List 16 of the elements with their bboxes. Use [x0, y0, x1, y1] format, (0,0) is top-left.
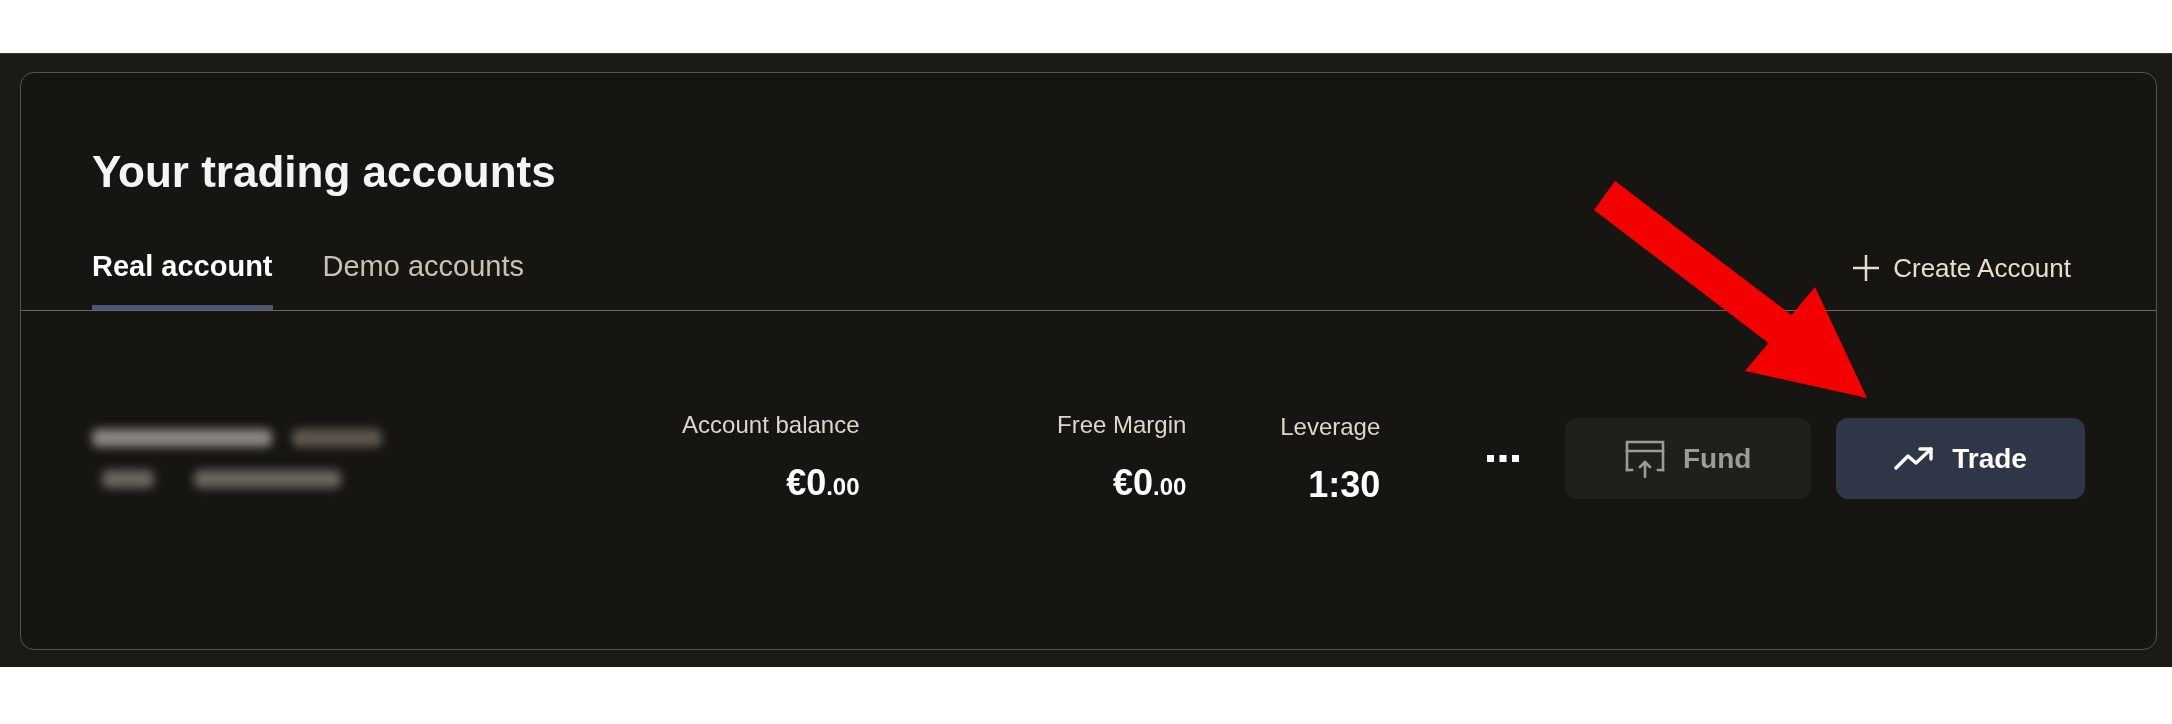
trade-button[interactable]: Trade	[1836, 418, 2085, 499]
free-margin-label: Free Margin	[1057, 410, 1187, 440]
account-tab[interactable]: Real account	[92, 249, 273, 310]
card-upload-icon	[1625, 439, 1665, 478]
balance-label: Account balance	[682, 410, 860, 440]
plus-icon	[1853, 255, 1880, 281]
trending-up-icon	[1894, 446, 1935, 471]
fund-button[interactable]: Fund	[1565, 418, 1812, 499]
account-tab[interactable]: Demo accounts	[322, 249, 524, 310]
more-icon[interactable]	[1487, 455, 1520, 462]
leverage-label: Leverage	[1280, 412, 1381, 442]
create-account-button[interactable]: Create Account	[1853, 251, 2071, 285]
leverage-value: 1:30	[1308, 465, 1381, 505]
free-margin-value: €0.00	[1112, 463, 1187, 505]
page-title: Your trading accounts	[92, 146, 556, 198]
balance-value: €0.00	[786, 463, 860, 505]
